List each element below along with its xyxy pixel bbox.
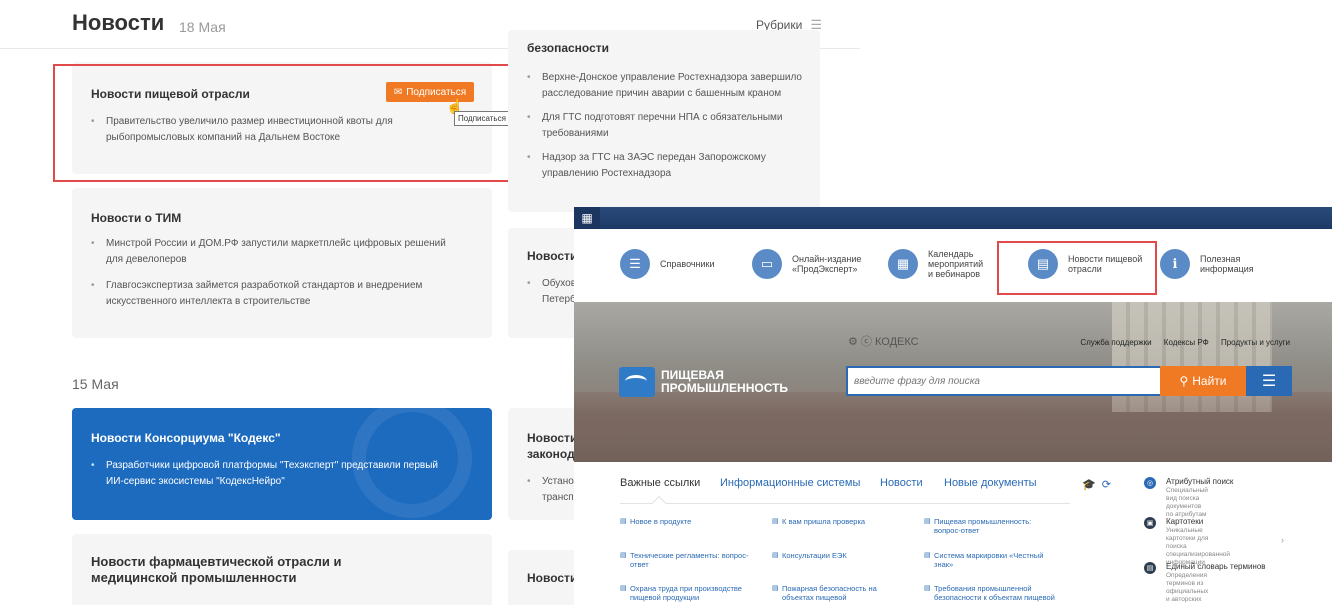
kodeks-logo-text: КОДЕКС: [874, 336, 919, 348]
news-item[interactable]: Для ГТС подготовят перечни НПА с обязате…: [527, 110, 783, 142]
link-item[interactable]: Охрана труда при производстве пищевой пр…: [620, 584, 742, 602]
news-item[interactable]: Надзор за ГТС на ЗАЭС передан Запорожско…: [527, 150, 766, 182]
card-title[interactable]: Новости: [527, 248, 577, 264]
nav-label: Календарь мероприятий и вебинаров: [928, 249, 984, 279]
nav-item-calendar[interactable]: ▦ Календарь мероприятий и вебинаров: [888, 244, 983, 284]
link-item[interactable]: Требования промышленной безопасности к о…: [924, 584, 1055, 602]
news-date: 18 Мая: [179, 19, 226, 35]
news-card-tim: Новости о ТИМ Минстрой России и ДОМ.РФ з…: [72, 188, 492, 338]
chevron-right-icon: ›: [1281, 535, 1284, 545]
news-card-safety: безопасности Верхне-Донское управление Р…: [508, 30, 820, 212]
link-item[interactable]: Пожарная безопасность на объектах пищево…: [772, 584, 877, 602]
card-title[interactable]: Новости фармацевтической отрасли и медиц…: [91, 554, 342, 586]
sausage-image: [574, 392, 1332, 462]
divider: [620, 503, 1070, 504]
side-title: Картотеки: [1166, 517, 1204, 526]
news-item[interactable]: Главгосэкспертиза займется разработкой с…: [91, 278, 422, 310]
link-item[interactable]: К вам пришла проверка: [772, 517, 865, 526]
tab-icons: 🎓 ⟳: [1082, 478, 1117, 491]
nav-label: Справочники: [660, 259, 715, 269]
tab-news[interactable]: Новости: [880, 477, 923, 489]
graduation-cap-icon[interactable]: 🎓: [1082, 479, 1096, 491]
news-card-kodeks: Новости Консорциума "Кодекс" Разработчик…: [72, 408, 492, 520]
info-icon: ℹ: [1160, 249, 1190, 279]
tab-new-documents[interactable]: Новые документы: [944, 477, 1037, 489]
link-item[interactable]: Пищевая промышленность: вопрос-ответ: [924, 517, 1031, 535]
link-item[interactable]: Технические регламенты: вопрос- ответ: [620, 551, 748, 569]
site-screenshot-overlay: ▦ ☰ Справочники ▭ Онлайн-издание «ПродЭк…: [574, 207, 1332, 605]
tab-info-systems[interactable]: Информационные системы: [720, 477, 860, 489]
list-icon: ☰: [620, 249, 650, 279]
codes-link[interactable]: Кодексы РФ: [1164, 338, 1209, 347]
highlight-box: [53, 64, 514, 182]
news-item[interactable]: Обухов Петерб: [527, 276, 576, 308]
calendar-icon: ▦: [888, 249, 918, 279]
nav-item-useful-info[interactable]: ℹ Полезная информация: [1160, 244, 1254, 284]
card-title[interactable]: Новости законод: [527, 430, 577, 462]
link-item[interactable]: Консультации ЕЭК: [772, 551, 847, 560]
refresh-icon[interactable]: ⟳: [1102, 479, 1111, 491]
kodeks-logo[interactable]: ⚙ ⓒ КОДЕКС: [848, 333, 919, 349]
search-button-label: Найти: [1192, 374, 1227, 388]
news-item[interactable]: Разработчики цифровой платформы "Техэксп…: [91, 458, 438, 490]
side-title: Единый словарь терминов: [1166, 562, 1266, 571]
hamburger-menu-button[interactable]: ☰: [1246, 366, 1292, 396]
brand-logo[interactable]: ПИЩЕВАЯ ПРОМЫШЛЕННОСТЬ: [619, 367, 788, 397]
page-title: Новости: [72, 10, 165, 35]
factory-logo-icon: [619, 367, 655, 397]
card-title[interactable]: безопасности: [527, 40, 609, 56]
nav-label: Онлайн-издание «ПродЭксперт»: [792, 254, 862, 274]
tab-important-links[interactable]: Важные ссылки: [620, 477, 700, 489]
nav-label: Полезная информация: [1200, 254, 1254, 274]
side-desc: Определения терминов из официальных и ав…: [1166, 572, 1209, 605]
news-item[interactable]: Устано трансп: [527, 474, 574, 506]
search-input[interactable]: [846, 366, 1160, 396]
search-icon: ⚲: [1179, 374, 1189, 388]
news-card-pharma: Новости фармацевтической отрасли и медиц…: [72, 534, 492, 605]
news-item[interactable]: Минстрой России и ДОМ.РФ запустили марке…: [91, 236, 446, 268]
news-item[interactable]: Верхне-Донское управление Ростехнадзора …: [527, 70, 802, 102]
target-icon: ◎: [1144, 477, 1156, 489]
link-item[interactable]: Система маркировки «Честный знак»: [924, 551, 1043, 569]
side-desc: Уникальные картотеки для поиска специали…: [1166, 527, 1231, 566]
link-item[interactable]: Новое в продукте: [620, 517, 691, 526]
brand-text: ПИЩЕВАЯ ПРОМЫШЛЕННОСТЬ: [661, 368, 789, 395]
nav-item-prodexpert[interactable]: ▭ Онлайн-издание «ПродЭксперт»: [752, 244, 861, 284]
products-link[interactable]: Продукты и услуги: [1221, 338, 1290, 347]
monitor-icon: ▭: [752, 249, 782, 279]
section-date: 15 Мая: [72, 376, 119, 392]
side-desc: Специальный вид поиска документов по атр…: [1166, 487, 1208, 518]
apps-grid-icon[interactable]: ▦: [574, 207, 600, 229]
card-title[interactable]: Новости Консорциума "Кодекс": [91, 430, 281, 446]
support-link[interactable]: Служба поддержки: [1080, 338, 1151, 347]
side-title: Атрибутный поиск: [1166, 477, 1234, 486]
tab-indicator: [651, 495, 667, 511]
highlight-box: [997, 241, 1157, 295]
card-title[interactable]: Новости о ТИМ: [91, 210, 181, 226]
nav-item-reference[interactable]: ☰ Справочники: [620, 244, 715, 284]
book-icon: ▤: [1144, 562, 1156, 574]
top-bar: ▦: [574, 207, 1332, 229]
top-links: Служба поддержки Кодексы РФ Продукты и у…: [1070, 338, 1290, 347]
search-button[interactable]: ⚲ Найти: [1160, 366, 1246, 396]
card-file-icon: ▣: [1144, 517, 1156, 529]
card-title[interactable]: Новости: [527, 570, 577, 586]
